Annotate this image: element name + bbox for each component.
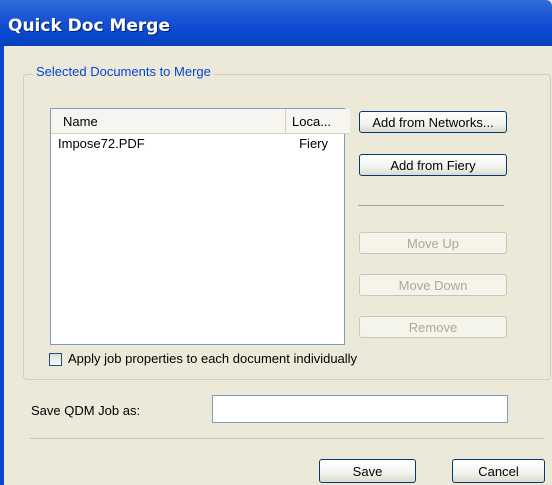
add-from-networks-button[interactable]: Add from Networks... xyxy=(359,111,507,133)
add-from-fiery-button[interactable]: Add from Fiery xyxy=(359,154,507,176)
cancel-button[interactable]: Cancel xyxy=(452,459,545,483)
window-title: Quick Doc Merge xyxy=(8,16,170,36)
save-job-label: Save QDM Job as: xyxy=(31,403,141,418)
column-header-name[interactable]: Name xyxy=(51,109,286,134)
apply-properties-label[interactable]: Apply job properties to each document in… xyxy=(68,351,357,366)
column-header-location[interactable]: Loca... xyxy=(286,109,350,134)
list-item-location: Fiery xyxy=(299,136,328,151)
list-item-name: Impose72.PDF xyxy=(58,136,145,151)
documents-list[interactable]: Name Loca... Impose72.PDF Fiery xyxy=(50,108,350,345)
documents-group-label: Selected Documents to Merge xyxy=(33,64,214,79)
list-item[interactable]: Impose72.PDF Fiery xyxy=(51,136,344,154)
title-bar[interactable]: Quick Doc Merge xyxy=(0,0,552,46)
divider xyxy=(30,438,544,439)
apply-properties-checkbox[interactable] xyxy=(49,353,62,366)
remove-button[interactable]: Remove xyxy=(359,316,507,338)
window-frame-left xyxy=(0,46,4,485)
move-up-button[interactable]: Move Up xyxy=(359,232,507,254)
move-down-button[interactable]: Move Down xyxy=(359,274,507,296)
button-separator xyxy=(358,205,504,206)
save-button[interactable]: Save xyxy=(319,459,416,483)
save-job-input[interactable] xyxy=(212,395,508,423)
